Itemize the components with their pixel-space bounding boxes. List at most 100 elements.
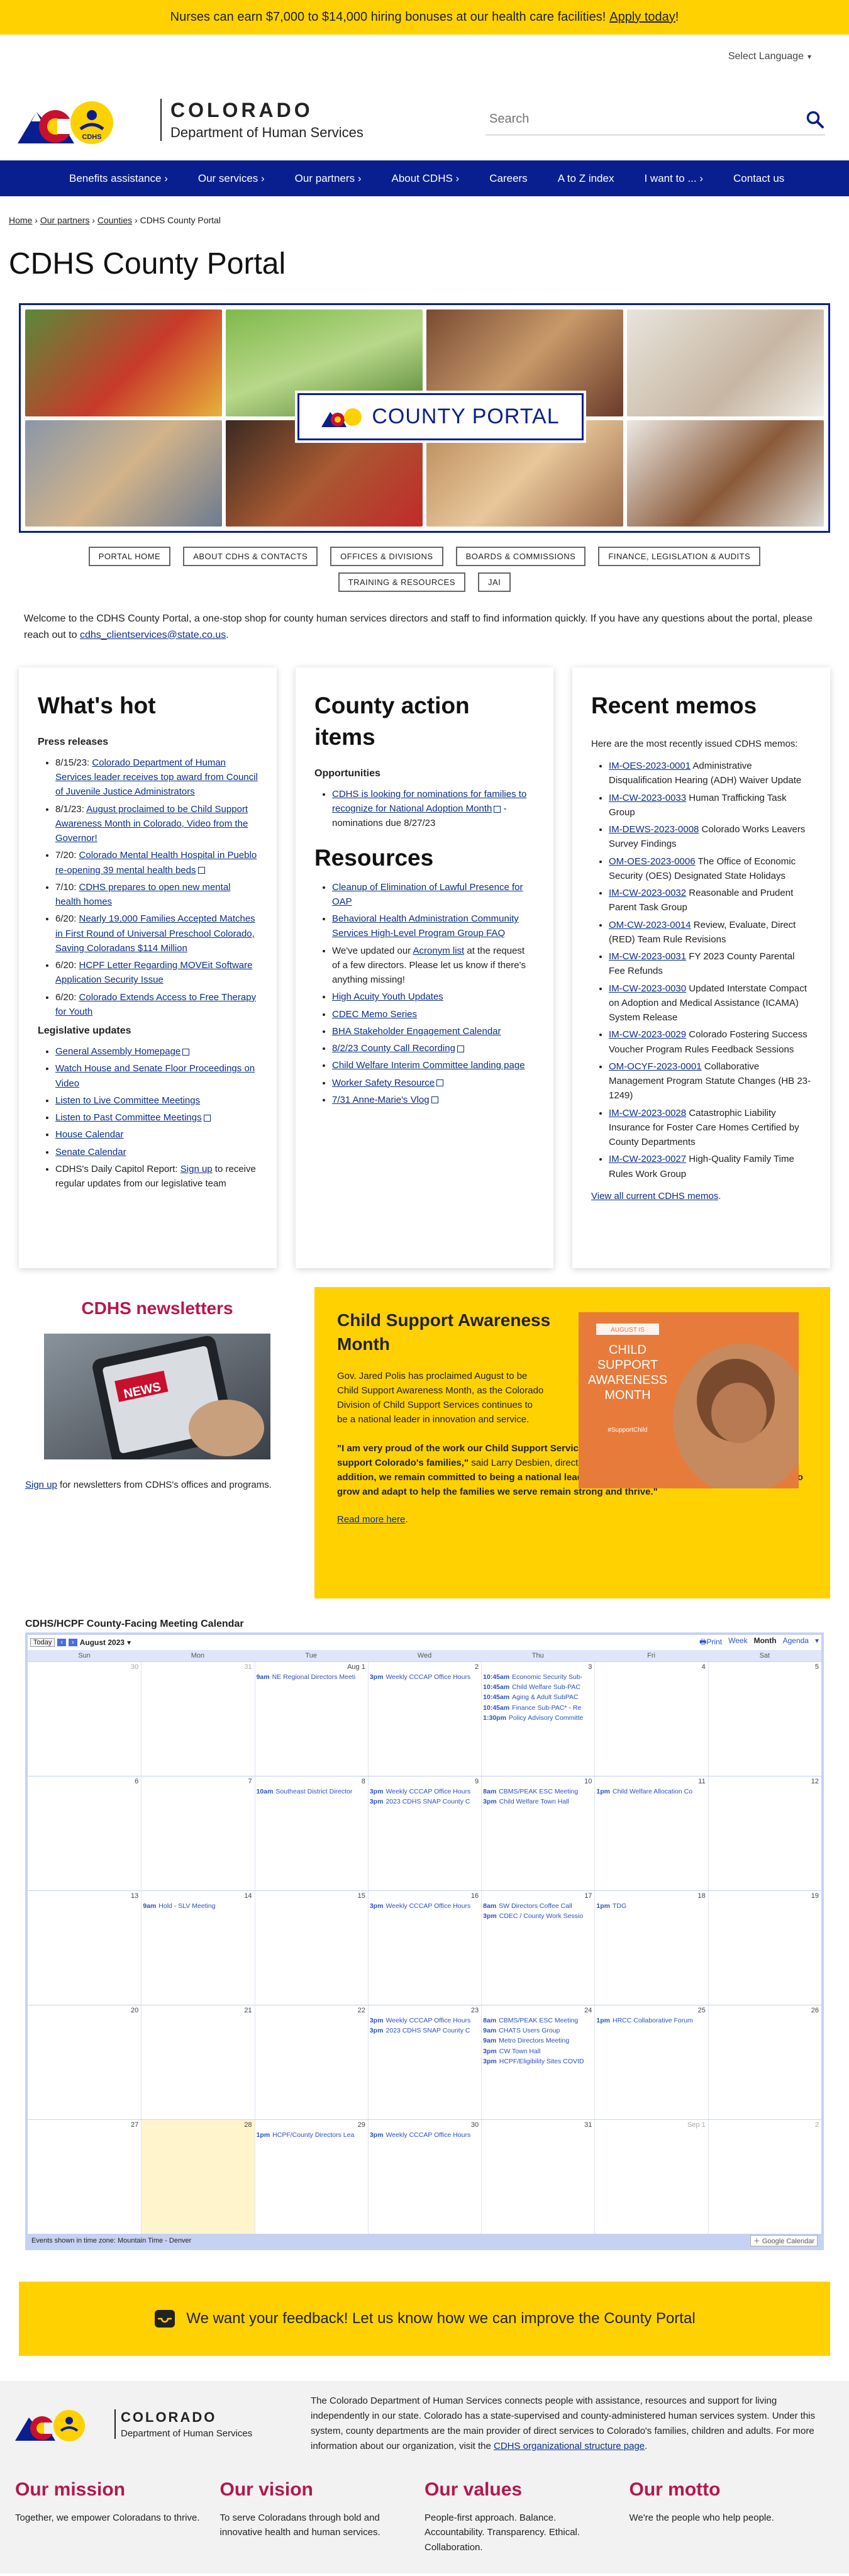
- breadcrumb-home[interactable]: Home: [9, 215, 32, 225]
- calendar-day[interactable]: Aug 1 9am NE Regional Directors Meeti: [254, 1662, 368, 1776]
- calendar-event[interactable]: 3pm Child Welfare Town Hall: [482, 1797, 594, 1807]
- search-input[interactable]: [486, 112, 805, 126]
- calendar-day[interactable]: 31: [141, 1662, 254, 1776]
- calendar-day[interactable]: 19: [708, 1891, 821, 2005]
- cdhs-logo[interactable]: CDHS COLORADO Department of Human Servic…: [18, 90, 363, 150]
- calendar-event[interactable]: 3pm Weekly CCCAP Office Hours: [369, 2016, 481, 2026]
- calendar-event[interactable]: 1pm HRCC Collaborative Forum: [595, 2016, 708, 2026]
- calendar-event[interactable]: 9am Metro Directors Meeting: [482, 2036, 594, 2046]
- calendar-event[interactable]: 3pm HCPF/Eligibility Sites COVID: [482, 2056, 594, 2066]
- calendar-day[interactable]: 20: [28, 2005, 141, 2119]
- language-select[interactable]: Select Language ▾: [728, 51, 811, 62]
- calendar-day[interactable]: 5: [708, 1662, 821, 1776]
- calendar-event[interactable]: 3pm Weekly CCCAP Office Hours: [369, 1787, 481, 1797]
- breadcrumb-partners[interactable]: Our partners: [40, 215, 90, 225]
- google-calendar-button[interactable]: ＋ Google Calendar: [750, 2235, 818, 2246]
- calendar-day[interactable]: 18 1pm TDG: [594, 1891, 708, 2005]
- calendar-event[interactable]: 3pm Weekly CCCAP Office Hours: [369, 1901, 481, 1911]
- tab-jai[interactable]: JAI: [478, 572, 511, 592]
- tab-training-resources[interactable]: TRAINING & RESOURCES: [338, 572, 466, 592]
- calendar-event[interactable]: 3pm Weekly CCCAP Office Hours: [369, 1672, 481, 1682]
- calendar-day[interactable]: 9 3pm Weekly CCCAP Office Hours 3pm 2023 CDH…: [367, 1776, 481, 1890]
- tab-portal-home[interactable]: PORTAL HOME: [88, 547, 171, 566]
- calendar-day[interactable]: 26: [708, 2005, 821, 2119]
- calendar-event[interactable]: 10:45am Child Welfare Sub-PAC: [482, 1682, 594, 1692]
- calendar-day[interactable]: 30 3pm Weekly CCCAP Office Hours: [367, 2120, 481, 2234]
- view-agenda[interactable]: Agenda: [783, 1636, 809, 1649]
- calendar-day[interactable]: 6: [28, 1776, 141, 1890]
- calendar-day[interactable]: 27: [28, 2120, 141, 2234]
- next-month-icon[interactable]: ›: [69, 1639, 77, 1646]
- calendar-day[interactable]: 24 8am CBMS/PEAK ESC Meeting 9am CHATS Users…: [481, 2005, 594, 2119]
- calendar-day[interactable]: 7: [141, 1776, 254, 1890]
- calendar-day[interactable]: 13: [28, 1891, 141, 2005]
- calendar-day[interactable]: 14 9am Hold - SLV Meeting: [141, 1891, 254, 2005]
- nav-benefits-assistance[interactable]: Benefits assistance ›: [69, 172, 168, 185]
- calendar-event[interactable]: 10:45am Finance Sub-PAC* - Re: [482, 1703, 594, 1713]
- calendar-event[interactable]: 8am CBMS/PEAK ESC Meeting: [482, 1787, 594, 1797]
- calendar-day[interactable]: 12: [708, 1776, 821, 1890]
- print-button[interactable]: 🖶Print: [699, 1636, 722, 1649]
- calendar-day[interactable]: Sep 1: [594, 2120, 708, 2234]
- calendar-event[interactable]: 9am Hold - SLV Meeting: [142, 1901, 254, 1911]
- nav-our-services[interactable]: Our services ›: [198, 172, 265, 185]
- calendar-day[interactable]: 16 3pm Weekly CCCAP Office Hours: [367, 1891, 481, 2005]
- calendar-day[interactable]: 23 3pm Weekly CCCAP Office Hours 3pm 2023 CD…: [367, 2005, 481, 2119]
- tab-boards-commissions[interactable]: BOARDS & COMMISSIONS: [455, 547, 586, 566]
- calendar-day[interactable]: 8 10am Southeast District Director: [254, 1776, 368, 1890]
- view-month[interactable]: Month: [754, 1636, 777, 1649]
- capitol-report-signup-link[interactable]: Sign up: [180, 1164, 213, 1174]
- feedback-banner[interactable]: We want your feedback! Let us know how w…: [19, 2282, 830, 2356]
- calendar-event[interactable]: 10:45am Aging & Adult SubPAC: [482, 1692, 594, 1702]
- calendar-day[interactable]: 25 1pm HRCC Collaborative Forum: [594, 2005, 708, 2119]
- calendar-event[interactable]: 1:30pm Policy Advisory Committe: [482, 1713, 594, 1723]
- org-structure-link[interactable]: CDHS organizational structure page: [494, 2441, 645, 2451]
- calendar-day[interactable]: 17 8am SW Directors Coffee Call 3pm CDEC / C…: [481, 1891, 594, 2005]
- calendar-day[interactable]: 21: [141, 2005, 254, 2119]
- newsletter-signup-link[interactable]: Sign up: [25, 1480, 57, 1490]
- calendar-day[interactable]: 29 1pm HCPF/County Directors Lea: [254, 2120, 368, 2234]
- tab-about-cdhs[interactable]: ABOUT CDHS & CONTACTS: [183, 547, 318, 566]
- nav-i-want-to[interactable]: I want to ... ›: [644, 172, 703, 185]
- calendar-event[interactable]: 10am Southeast District Director: [255, 1787, 368, 1797]
- client-services-email[interactable]: cdhs_clientservices@state.co.us: [80, 630, 226, 640]
- calendar-event[interactable]: 9am CHATS Users Group: [482, 2026, 594, 2036]
- calendar-event[interactable]: 3pm CDEC / County Work Sessio: [482, 1911, 594, 1921]
- apply-today-link[interactable]: Apply today: [609, 10, 675, 25]
- calendar-day[interactable]: 22: [254, 2005, 368, 2119]
- view-week[interactable]: Week: [728, 1636, 747, 1649]
- calendar-day[interactable]: 4: [594, 1662, 708, 1776]
- acronym-list-link[interactable]: Acronym list: [413, 945, 465, 956]
- calendar-day[interactable]: 2 3pm Weekly CCCAP Office Hours: [367, 1662, 481, 1776]
- chevron-down-icon[interactable]: ▾: [815, 1636, 819, 1649]
- nav-about-cdhs[interactable]: About CDHS ›: [392, 172, 460, 185]
- calendar-event[interactable]: 1pm HCPF/County Directors Lea: [255, 2130, 368, 2140]
- calendar-day[interactable]: 15: [254, 1891, 368, 2005]
- calendar-day[interactable]: 3 10:45am Economic Security Sub- 10:45am Chi…: [481, 1662, 594, 1776]
- calendar-event[interactable]: 3pm 2023 CDHS SNAP County C: [369, 2026, 481, 2036]
- read-more-link[interactable]: Read more here: [337, 1514, 405, 1525]
- calendar-event[interactable]: 3pm 2023 CDHS SNAP County C: [369, 1797, 481, 1807]
- today-button[interactable]: Today: [30, 1638, 55, 1647]
- calendar-day[interactable]: 10 8am CBMS/PEAK ESC Meeting 3pm Child Welfa…: [481, 1776, 594, 1890]
- search-icon[interactable]: [805, 109, 825, 130]
- calendar-event[interactable]: 9am NE Regional Directors Meeti: [255, 1672, 368, 1682]
- calendar-event[interactable]: 1pm TDG: [595, 1901, 708, 1911]
- calendar-day[interactable]: 30: [28, 1662, 141, 1776]
- view-all-memos-link[interactable]: View all current CDHS memos: [591, 1191, 718, 1202]
- tab-finance-legislation[interactable]: FINANCE, LEGISLATION & AUDITS: [598, 547, 761, 566]
- tab-offices-divisions[interactable]: OFFICES & DIVISIONS: [330, 547, 443, 566]
- calendar-event[interactable]: 8am CBMS/PEAK ESC Meeting: [482, 2016, 594, 2026]
- nav-careers[interactable]: Careers: [489, 172, 527, 185]
- calendar-day[interactable]: 31: [481, 2120, 594, 2234]
- calendar-event[interactable]: 8am SW Directors Coffee Call: [482, 1901, 594, 1911]
- calendar-day[interactable]: 2: [708, 2120, 821, 2234]
- calendar-day[interactable]: 11 1pm Child Welfare Allocation Co: [594, 1776, 708, 1890]
- breadcrumb-counties[interactable]: Counties: [97, 215, 132, 225]
- nav-contact-us[interactable]: Contact us: [733, 172, 784, 185]
- calendar-event[interactable]: 10:45am Economic Security Sub-: [482, 1672, 594, 1682]
- footer-logo[interactable]: COLORADO Department of Human Services: [15, 2402, 279, 2446]
- calendar-event[interactable]: 3pm CW Town Hall: [482, 2046, 594, 2056]
- nav-our-partners[interactable]: Our partners ›: [295, 172, 362, 185]
- calendar-event[interactable]: 1pm Child Welfare Allocation Co: [595, 1787, 708, 1797]
